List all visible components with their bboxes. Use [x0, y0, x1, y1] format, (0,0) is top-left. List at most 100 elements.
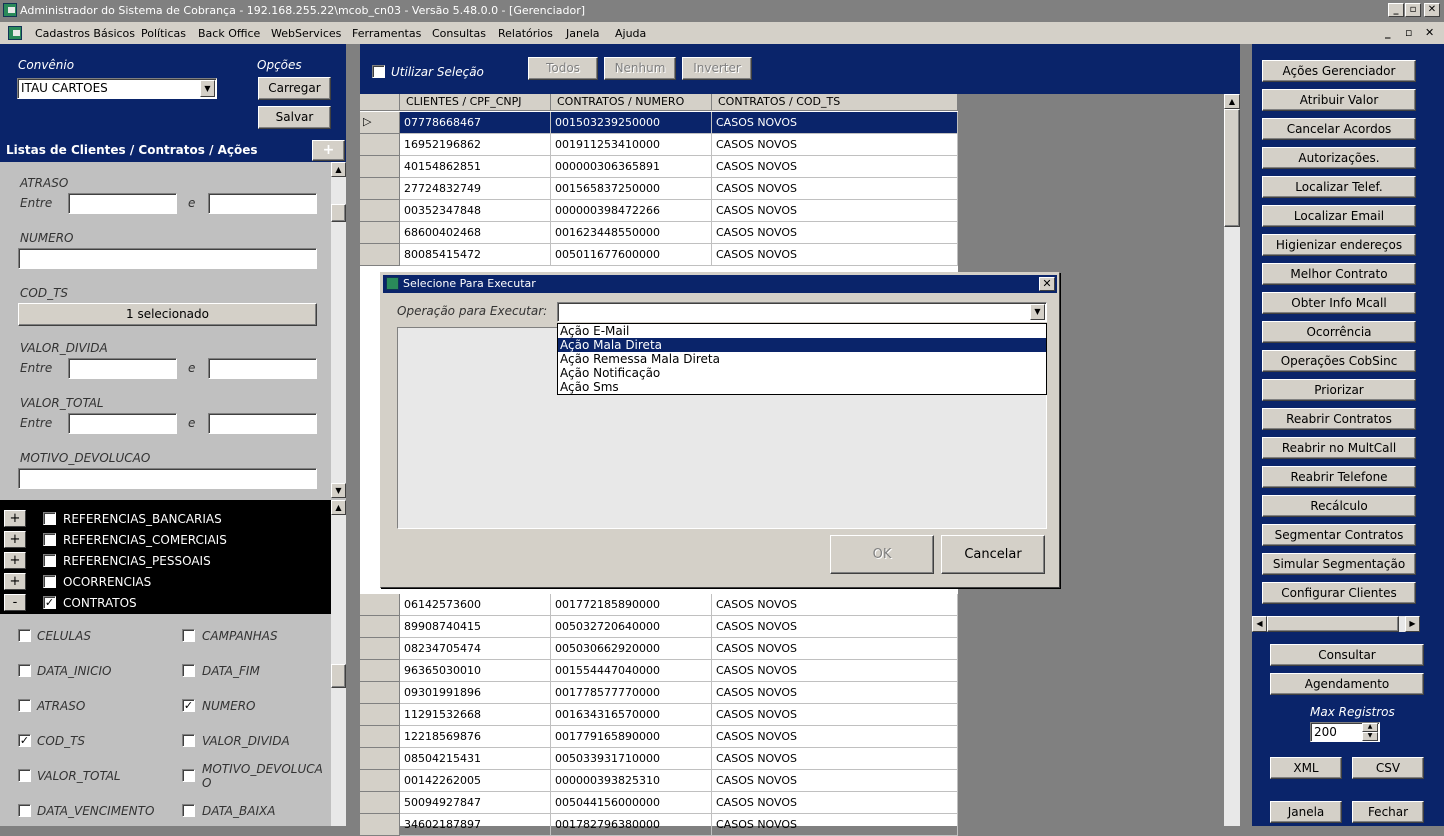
tree-row[interactable]: + REFERENCIAS_PESSOAIS [0, 550, 330, 571]
table-cell[interactable]: 001634316570000 [551, 704, 712, 726]
table-cell[interactable]: CASOS NOVOS [712, 222, 958, 244]
action-button[interactable]: Cancelar Acordos [1262, 118, 1416, 140]
menu-consultas[interactable]: Consultas [432, 27, 486, 40]
consultar-button[interactable]: Consultar [1270, 644, 1424, 666]
mdi-minimize-button[interactable]: _ [1385, 26, 1391, 39]
table-cell[interactable]: CASOS NOVOS [712, 814, 958, 836]
table-cell[interactable]: 16952196862 [400, 134, 551, 156]
operacao-option[interactable]: Ação Sms [558, 380, 1046, 394]
table-cell[interactable]: CASOS NOVOS [712, 200, 958, 222]
column-header[interactable]: CONTRATOS / COD_TS [712, 94, 958, 111]
minimize-button[interactable]: _ [1388, 3, 1404, 17]
table-cell[interactable]: CASOS NOVOS [712, 638, 958, 660]
table-cell[interactable]: 001623448550000 [551, 222, 712, 244]
grid-scrollbar[interactable]: ▲ [1224, 94, 1240, 826]
xml-button[interactable]: XML [1270, 757, 1342, 779]
valor-divida-from-input[interactable] [68, 358, 177, 379]
table-cell[interactable]: 001779165890000 [551, 726, 712, 748]
max-registros-input[interactable]: 200 ▲ ▼ [1310, 722, 1380, 742]
atraso-from-input[interactable] [68, 193, 177, 214]
valor-total-to-input[interactable] [208, 413, 317, 434]
table-cell[interactable]: 08234705474 [400, 638, 551, 660]
action-button[interactable]: Operações CobSinc [1262, 350, 1416, 372]
menu-politicas[interactable]: Políticas [141, 27, 186, 40]
scroll-thumb[interactable] [331, 204, 346, 222]
row-header[interactable] [360, 244, 400, 266]
table-cell[interactable]: 09301991896 [400, 682, 551, 704]
table-row[interactable]: 00352347848 000000398472266 CASOS NOVOS [360, 200, 958, 222]
action-button[interactable]: Localizar Telef. [1262, 176, 1416, 198]
field-checkbox[interactable] [182, 804, 195, 817]
table-cell[interactable]: CASOS NOVOS [712, 594, 958, 616]
table-cell[interactable]: 001554447040000 [551, 660, 712, 682]
scroll-thumb[interactable] [331, 664, 346, 688]
table-cell[interactable]: 00142262005 [400, 770, 551, 792]
table-cell[interactable]: 005011677600000 [551, 244, 712, 266]
add-list-button[interactable]: + [312, 140, 345, 161]
menu-backoffice[interactable]: Back Office [198, 27, 260, 40]
scroll-up-icon[interactable]: ▲ [1224, 94, 1240, 109]
cod-ts-select-button[interactable]: 1 selecionado [18, 303, 317, 326]
mdi-close-button[interactable]: ✕ [1425, 26, 1434, 39]
table-row[interactable]: 00142262005 000000393825310 CASOS NOVOS [360, 770, 958, 792]
chevron-down-icon[interactable]: ▼ [200, 80, 215, 97]
menu-relatorios[interactable]: Relatórios [498, 27, 553, 40]
janela-button[interactable]: Janela [1270, 801, 1342, 823]
table-cell[interactable]: 001503239250000 [551, 112, 712, 134]
tree-row[interactable]: + OCORRENCIAS [0, 571, 330, 592]
table-cell[interactable]: CASOS NOVOS [712, 748, 958, 770]
row-header[interactable] [360, 156, 400, 178]
action-button[interactable]: Simular Segmentação [1262, 553, 1416, 575]
table-cell[interactable]: 001911253410000 [551, 134, 712, 156]
table-row[interactable]: 06142573600 001772185890000 CASOS NOVOS [360, 594, 958, 616]
table-cell[interactable]: 005032720640000 [551, 616, 712, 638]
carregar-button[interactable]: Carregar [258, 77, 331, 100]
table-row[interactable]: 12218569876 001779165890000 CASOS NOVOS [360, 726, 958, 748]
action-button[interactable]: Ocorrência [1262, 321, 1416, 343]
dialog-close-button[interactable]: ✕ [1039, 277, 1055, 291]
table-cell[interactable]: 08504215431 [400, 748, 551, 770]
action-button[interactable]: Obter Info Mcall [1262, 292, 1416, 314]
collapse-icon[interactable]: - [4, 594, 26, 611]
row-header[interactable] [360, 792, 400, 814]
spin-up-icon[interactable]: ▲ [1362, 723, 1378, 732]
field-checkbox[interactable] [182, 664, 195, 677]
chevron-down-icon[interactable]: ▼ [1030, 304, 1045, 320]
tree-checkbox[interactable]: ✓ [43, 596, 56, 609]
fields-scrollbar[interactable] [331, 614, 346, 826]
field-checkbox[interactable] [182, 629, 195, 642]
row-header[interactable] [360, 222, 400, 244]
menu-janela[interactable]: Janela [566, 27, 600, 40]
mdi-restore-button[interactable]: ▫ [1405, 26, 1412, 39]
agendamento-button[interactable]: Agendamento [1270, 673, 1424, 695]
action-button[interactable]: Higienizar endereços [1262, 234, 1416, 256]
scroll-down-icon[interactable]: ▼ [331, 483, 346, 498]
row-header[interactable] [360, 178, 400, 200]
field-checkbox[interactable] [18, 699, 31, 712]
table-cell[interactable]: CASOS NOVOS [712, 244, 958, 266]
table-cell[interactable]: 96365030010 [400, 660, 551, 682]
action-button[interactable]: Ações Gerenciador [1262, 60, 1416, 82]
tree-checkbox[interactable] [43, 512, 56, 525]
row-header[interactable] [360, 748, 400, 770]
valor-divida-to-input[interactable] [208, 358, 317, 379]
tree-checkbox[interactable] [43, 575, 56, 588]
field-checkbox[interactable]: ✓ [18, 734, 31, 747]
scroll-thumb[interactable] [1224, 109, 1240, 227]
table-row[interactable]: 50094927847 005044156000000 CASOS NOVOS [360, 792, 958, 814]
inverter-button[interactable]: Inverter [682, 57, 752, 80]
table-cell[interactable]: 89908740415 [400, 616, 551, 638]
table-row[interactable]: 09301991896 001778577770000 CASOS NOVOS [360, 682, 958, 704]
expand-icon[interactable]: + [4, 573, 26, 590]
scroll-right-icon[interactable]: ▶ [1405, 616, 1420, 632]
table-cell[interactable]: 80085415472 [400, 244, 551, 266]
tree-row[interactable]: + REFERENCIAS_COMERCIAIS [0, 529, 330, 550]
actions-hscrollbar[interactable]: ◀ ▶ [1252, 616, 1420, 632]
row-header[interactable] [360, 594, 400, 616]
table-cell[interactable]: CASOS NOVOS [712, 616, 958, 638]
field-checkbox[interactable] [182, 769, 195, 782]
table-cell[interactable]: 001565837250000 [551, 178, 712, 200]
row-header[interactable] [360, 134, 400, 156]
table-cell[interactable]: 001782796380000 [551, 814, 712, 836]
maximize-button[interactable]: ▫ [1405, 3, 1421, 17]
